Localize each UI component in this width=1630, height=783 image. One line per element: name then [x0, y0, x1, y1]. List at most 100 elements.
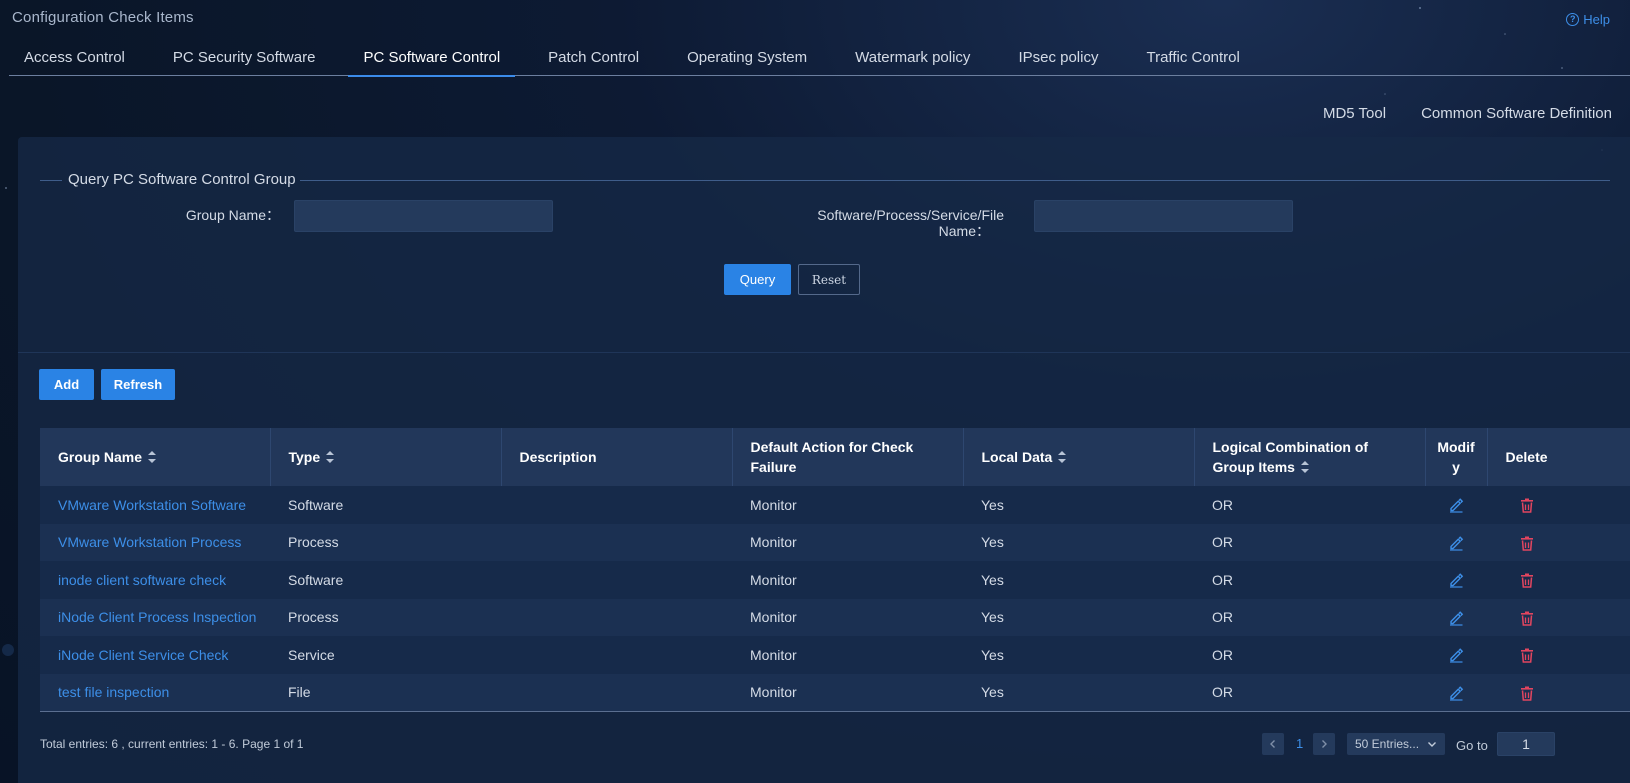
cell-logical-combination: OR — [1212, 646, 1233, 663]
edit-icon[interactable] — [1448, 646, 1464, 663]
tab-pc-security-software[interactable]: PC Security Software — [158, 43, 331, 76]
trash-icon[interactable] — [1520, 571, 1534, 588]
group-name-link[interactable]: VMware Workstation Software — [40, 486, 270, 524]
group-name-label: Group Name： — [185, 207, 280, 223]
prev-page-button[interactable] — [1262, 733, 1284, 755]
delete-cell — [1487, 524, 1630, 562]
group-name-link[interactable]: iNode Client Process Inspection — [40, 599, 270, 637]
edit-icon[interactable] — [1448, 684, 1464, 701]
delete-cell — [1487, 674, 1630, 712]
cell-default-action: Monitor — [750, 571, 797, 588]
cell-local-data: Yes — [981, 571, 1004, 588]
spsf-name-input[interactable] — [1034, 200, 1293, 232]
query-fieldset: Query PC Software Control Group — [40, 171, 1610, 191]
cell-default-action: Monitor — [750, 609, 797, 626]
group-name-link[interactable]: inode client software check — [40, 561, 270, 599]
group-name-link[interactable]: iNode Client Service Check — [40, 636, 270, 674]
sort-icon[interactable] — [148, 451, 157, 463]
sort-icon[interactable] — [1300, 461, 1309, 473]
col-group-name[interactable]: Group Name — [40, 428, 271, 486]
col-logical-combination[interactable]: Logical Combination of Group Items — [1194, 428, 1426, 486]
cell-local-data: Yes — [981, 534, 1004, 551]
cell-logical-combination: OR — [1212, 496, 1233, 513]
cell-local-data: Yes — [981, 684, 1004, 701]
table-row: VMware Workstation Software Software Monit… — [40, 486, 1630, 524]
tab-watermark-policy[interactable]: Watermark policy — [840, 43, 985, 76]
table-row: iNode Client Process Inspection Process Mo… — [40, 598, 1630, 637]
cell-logical-combination: OR — [1212, 609, 1233, 626]
col-default-action: Default Action for Check Failure — [732, 428, 964, 486]
edit-icon[interactable] — [1448, 496, 1464, 513]
trash-icon[interactable] — [1520, 684, 1534, 701]
col-type[interactable]: Type — [270, 428, 502, 486]
modify-cell — [1425, 524, 1487, 562]
cell-description — [501, 524, 732, 562]
edit-icon[interactable] — [1448, 571, 1464, 588]
table-row: inode client software check Software Monit… — [40, 561, 1630, 599]
edit-icon[interactable] — [1448, 609, 1464, 626]
add-button[interactable]: Add — [39, 369, 94, 400]
cell-type: Software — [288, 496, 344, 513]
table-header-row: Group Name Type Description Default Acti… — [40, 428, 1630, 486]
tab-operating-system[interactable]: Operating System — [672, 43, 822, 76]
cell-type: Process — [288, 609, 339, 626]
delete-cell — [1487, 599, 1630, 637]
delete-cell — [1487, 561, 1630, 599]
trash-icon[interactable] — [1520, 646, 1534, 663]
tab-bar: Access Control PC Security Software PC S… — [9, 43, 1630, 77]
cell-local-data: Yes — [981, 496, 1004, 513]
tab-patch-control[interactable]: Patch Control — [533, 43, 654, 76]
group-name-link[interactable]: test file inspection — [40, 674, 270, 712]
sort-icon[interactable] — [326, 451, 335, 463]
table-row: iNode Client Service Check Service Monitor… — [40, 636, 1630, 674]
modify-cell — [1425, 599, 1487, 637]
trash-icon[interactable] — [1520, 496, 1534, 513]
cell-description — [501, 636, 732, 674]
cell-local-data: Yes — [981, 609, 1004, 626]
trash-icon[interactable] — [1520, 534, 1534, 551]
cell-logical-combination: OR — [1212, 684, 1233, 701]
cell-type: Software — [288, 571, 344, 588]
cell-type: File — [288, 684, 311, 701]
help-link[interactable]: ? Help — [1566, 12, 1610, 27]
col-local-data[interactable]: Local Data — [963, 428, 1195, 486]
query-button[interactable]: Query — [724, 264, 791, 295]
group-name-link[interactable]: VMware Workstation Process — [40, 524, 270, 562]
cell-default-action: Monitor — [750, 534, 797, 551]
spsf-name-label: Software/Process/Service/File Name： — [817, 207, 1004, 239]
tab-access-control[interactable]: Access Control — [9, 43, 140, 76]
cell-type: Process — [288, 534, 339, 551]
next-page-button[interactable] — [1313, 733, 1335, 755]
cell-logical-combination: OR — [1212, 534, 1233, 551]
common-software-definition-link[interactable]: Common Software Definition — [1421, 105, 1612, 122]
modify-cell — [1425, 636, 1487, 674]
tab-ipsec-policy[interactable]: IPsec policy — [1003, 43, 1113, 76]
goto-input[interactable]: 1 — [1497, 732, 1555, 756]
edit-icon[interactable] — [1448, 534, 1464, 551]
delete-cell — [1487, 486, 1630, 524]
tab-pc-software-control[interactable]: PC Software Control — [348, 43, 515, 77]
delete-cell — [1487, 636, 1630, 674]
pagination: 1 50 Entries... Go to 1 — [0, 732, 1630, 756]
tab-traffic-control[interactable]: Traffic Control — [1131, 43, 1254, 76]
sort-icon[interactable] — [1058, 451, 1067, 463]
cell-local-data: Yes — [981, 646, 1004, 663]
md5-tool-link[interactable]: MD5 Tool — [1323, 105, 1386, 122]
modify-cell — [1425, 674, 1487, 712]
reset-button[interactable]: Reset — [798, 264, 860, 295]
table-row: VMware Workstation Process Process Monitor… — [40, 523, 1630, 562]
page-size-select[interactable]: 50 Entries... — [1347, 733, 1445, 755]
cell-default-action: Monitor — [750, 496, 797, 513]
query-legend: Query PC Software Control Group — [68, 171, 296, 188]
col-modify: Modif y — [1425, 428, 1488, 486]
group-name-input[interactable] — [294, 200, 553, 232]
help-label: Help — [1583, 12, 1610, 27]
page-number[interactable]: 1 — [1296, 733, 1303, 755]
goto-label: Go to — [1456, 738, 1488, 753]
chevron-left-icon — [1270, 740, 1275, 748]
refresh-button[interactable]: Refresh — [101, 369, 175, 400]
cell-default-action: Monitor — [750, 646, 797, 663]
col-description: Description — [501, 428, 733, 486]
cell-description — [501, 599, 732, 637]
trash-icon[interactable] — [1520, 609, 1534, 626]
